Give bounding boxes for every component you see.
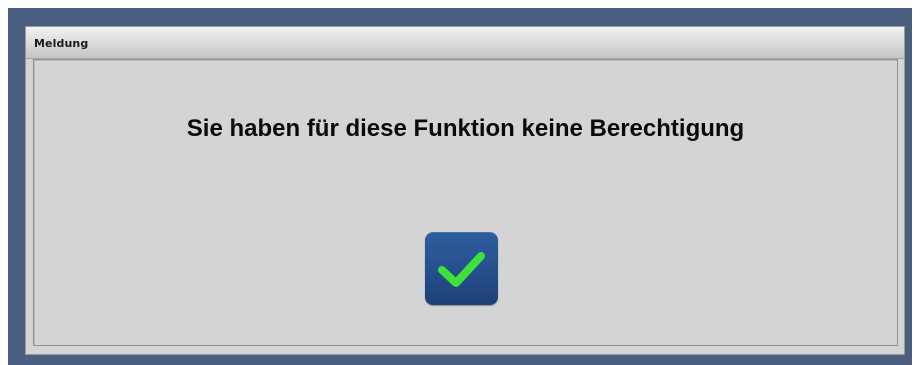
dialog-message: Sie haben für diese Funktion keine Berec… [186, 115, 745, 142]
backdrop: Meldung Sie haben für diese Funktion kei… [8, 8, 912, 365]
dialog-title: Meldung [34, 37, 89, 50]
checkmark-icon [438, 252, 485, 287]
dialog-content: Sie haben für diese Funktion keine Berec… [33, 59, 898, 346]
dialog-titlebar: Meldung [26, 27, 904, 59]
confirm-button[interactable] [425, 232, 498, 305]
message-dialog: Meldung Sie haben für diese Funktion kei… [25, 26, 905, 355]
